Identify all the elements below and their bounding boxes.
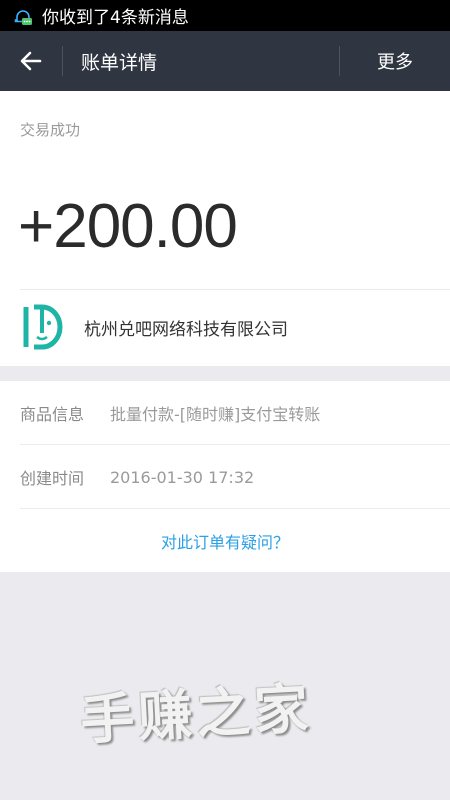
merchant-name: 杭州兑吧网络科技有限公司 (84, 319, 288, 340)
goods-info-value: 批量付款-[随时赚]支付宝转账 (110, 405, 321, 424)
more-button[interactable]: 更多 (340, 48, 450, 74)
status-bar: 你收到了4条新消息 (0, 0, 450, 31)
created-time-row: 创建时间 2016-01-30 17:32 (20, 445, 450, 509)
nav-bar: 账单详情 更多 (0, 31, 450, 91)
goods-info-label: 商品信息 (20, 405, 85, 424)
transaction-status: 交易成功 (20, 121, 81, 139)
transaction-amount: +200.00 (18, 192, 238, 261)
page-title: 账单详情 (81, 51, 158, 74)
watermark: 手赚之家 (78, 675, 314, 753)
order-question-link[interactable]: 对此订单有疑问？ (0, 509, 450, 572)
goods-info-row: 商品信息 批量付款-[随时赚]支付宝转账 (20, 381, 450, 445)
created-time-label: 创建时间 (20, 469, 85, 488)
divider (20, 289, 450, 290)
created-time-value: 2016-01-30 17:32 (110, 467, 255, 487)
transaction-details-card: 商品信息 批量付款-[随时赚]支付宝转账 创建时间 2016-01-30 17:… (0, 381, 450, 572)
bell-chat-icon (12, 5, 34, 27)
notification-text[interactable]: 你收到了4条新消息 (42, 3, 189, 28)
merchant-row[interactable]: 杭州兑吧网络科技有限公司 (20, 303, 288, 351)
merchant-logo-icon (23, 304, 63, 350)
arrow-left-icon (20, 51, 42, 71)
back-button[interactable] (0, 31, 62, 91)
transaction-summary-card: 交易成功 +200.00 杭州兑吧网络科技有限公司 (0, 91, 450, 366)
